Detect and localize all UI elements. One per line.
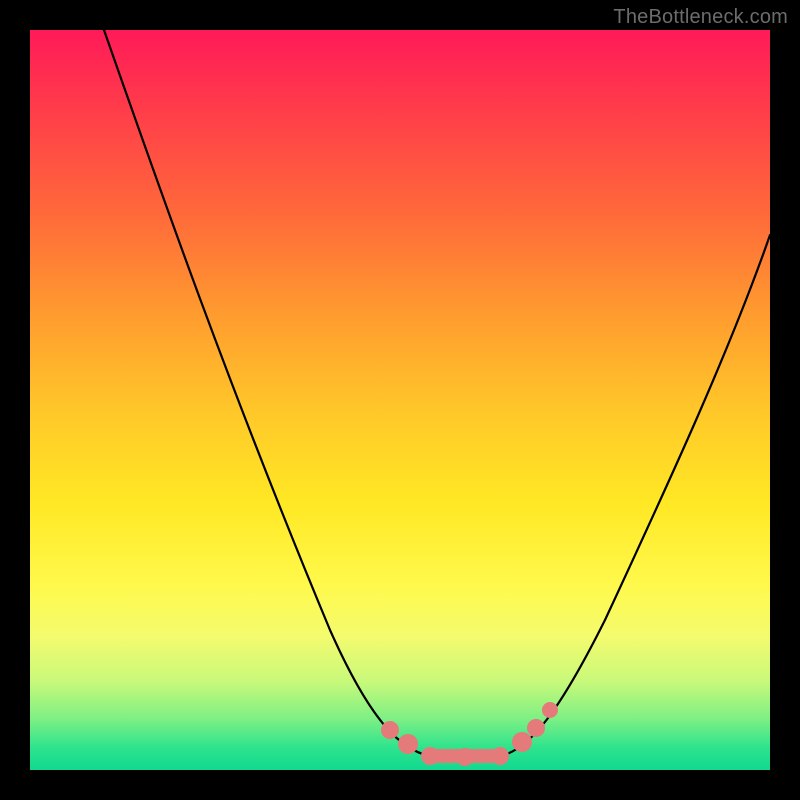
marker-dot [491,747,509,765]
chart-frame: TheBottleneck.com [0,0,800,800]
bottleneck-curve [104,30,770,756]
marker-dot [398,734,418,754]
marker-dot [542,702,558,718]
marker-dot [456,748,474,766]
marker-dot [512,732,532,752]
watermark-text: TheBottleneck.com [613,6,788,29]
plot-area [30,30,770,770]
marker-dot [527,719,545,737]
marker-dot [421,747,439,765]
curve-layer [30,30,770,770]
marker-dot [381,721,399,739]
